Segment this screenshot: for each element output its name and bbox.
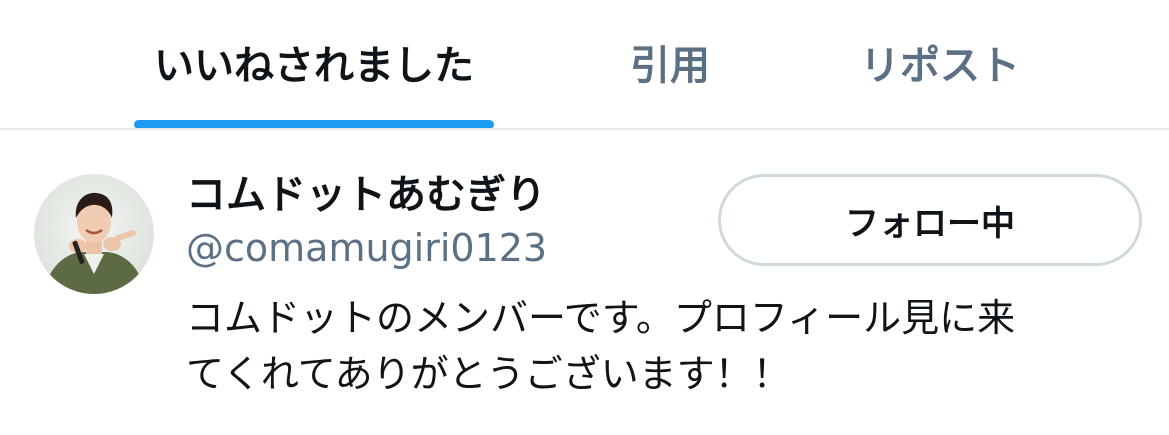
tab-bar: いいねされました 引用 リポスト: [0, 0, 1169, 130]
user-avatar-photo-icon: [44, 192, 146, 294]
bio-line: コムドットのメンバーです。プロフィール見に来: [186, 296, 1016, 340]
user-bio: コムドットのメンバーです。プロフィール見に来 てくれてありがとうございます！！: [186, 290, 1136, 402]
tab-quotes[interactable]: 引用: [610, 36, 730, 96]
tab-liked[interactable]: いいねされました: [134, 36, 494, 96]
user-cell[interactable]: コムドットあむぎり @comamugiri0123 フォロー中 コムドットのメン…: [0, 130, 1169, 435]
bio-line: てくれてありがとうございます！！: [186, 352, 791, 396]
user-handle[interactable]: @comamugiri0123: [186, 224, 547, 272]
following-button[interactable]: フォロー中: [718, 174, 1142, 266]
avatar[interactable]: [34, 174, 154, 294]
liked-by-page: いいねされました 引用 リポスト コムドットあむぎり @comamugiri01…: [0, 0, 1169, 435]
tab-reposts[interactable]: リポスト: [850, 36, 1030, 96]
user-display-name[interactable]: コムドットあむぎり: [186, 170, 546, 220]
following-button-label: フォロー中: [845, 203, 1015, 244]
